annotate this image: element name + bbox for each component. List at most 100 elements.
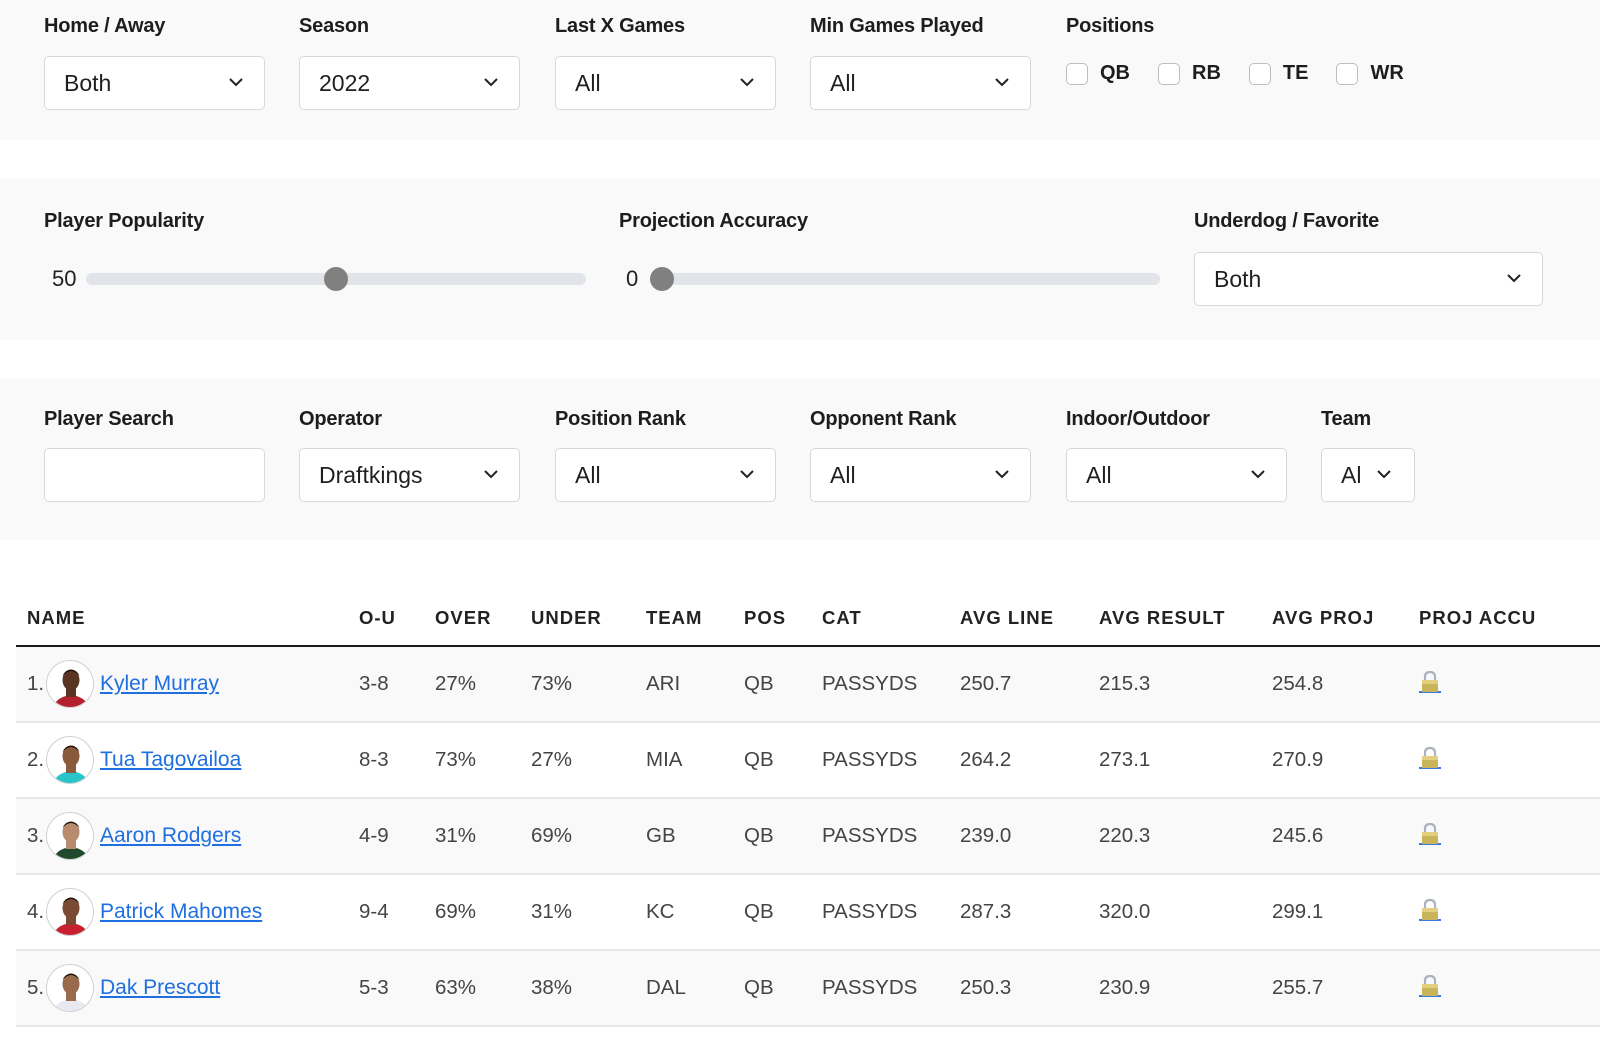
column-header-name[interactable]: NAME	[16, 590, 359, 647]
avg-proj-cell: 299.1	[1272, 900, 1324, 923]
opponent-rank-field: Opponent Rank	[810, 408, 956, 431]
row-rank: 4.	[27, 900, 45, 923]
row-rank: 5.	[27, 976, 45, 999]
opponent-rank-label: Opponent Rank	[810, 408, 957, 430]
player-name-link[interactable]: Dak Prescott	[100, 976, 220, 1000]
ou-cell: 9-4	[359, 900, 389, 923]
table-row: 3. Aaron Rodgers 4-9 31% 69% GB QB PASSY…	[16, 798, 1600, 874]
player-search-input[interactable]	[45, 449, 264, 501]
ou-cell: 5-3	[359, 976, 389, 999]
checkbox-label: TE	[1282, 62, 1309, 84]
position-checkbox-rb[interactable]: RB	[1158, 62, 1221, 85]
home-away-select[interactable]: Both	[44, 56, 265, 110]
operator-select[interactable]: Draftkings	[299, 448, 520, 502]
column-header-team[interactable]: TEAM	[646, 590, 744, 647]
checkbox[interactable]	[1158, 62, 1180, 85]
positions-label: Positions	[1066, 15, 1155, 37]
column-header-cat[interactable]: CAT	[822, 590, 960, 647]
lock-icon[interactable]	[1419, 973, 1441, 997]
home-away-field: Home / Away	[44, 15, 165, 38]
position-rank-select[interactable]: All	[555, 448, 776, 502]
projection-accuracy-field: Projection Accuracy	[619, 210, 808, 233]
under-cell: 38%	[531, 976, 573, 999]
avg-line-cell: 250.3	[960, 976, 1012, 999]
player-popularity-slider[interactable]: 50	[52, 266, 586, 292]
column-header-avg-line[interactable]: AVG LINE	[960, 590, 1099, 647]
slider-thumb[interactable]	[324, 267, 348, 291]
proj-accu-cell	[1419, 950, 1600, 1026]
opponent-rank-select[interactable]: All	[810, 448, 1031, 502]
ou-cell: 3-8	[359, 672, 389, 695]
over-cell: 31%	[435, 824, 477, 847]
slider-track[interactable]	[650, 267, 1160, 291]
season-select[interactable]: 2022	[299, 56, 520, 110]
player-stats-table: NAME O-U OVER UNDER TEAM POS CAT AVG LIN…	[16, 590, 1600, 1027]
player-avatar	[46, 812, 94, 860]
home-away-value: Both	[64, 69, 112, 96]
position-checkbox-wr[interactable]: WR	[1336, 62, 1404, 85]
lock-icon[interactable]	[1419, 745, 1441, 769]
over-cell: 63%	[435, 976, 477, 999]
column-header-under[interactable]: UNDER	[531, 590, 646, 647]
slider-thumb[interactable]	[650, 267, 674, 291]
lock-icon[interactable]	[1419, 669, 1441, 693]
team-cell: DAL	[646, 976, 686, 999]
chevron-down-icon	[995, 470, 1009, 479]
season-value: 2022	[319, 69, 371, 96]
underdog-favorite-label: Underdog / Favorite	[1194, 210, 1380, 232]
cat-cell: PASSYDS	[822, 824, 918, 847]
projection-accuracy-value: 0	[626, 266, 639, 291]
season-label: Season	[299, 15, 369, 37]
projection-accuracy-slider[interactable]: 0	[626, 266, 1160, 292]
pos-cell: QB	[744, 900, 774, 923]
player-name-link[interactable]: Tua Tagovailoa	[100, 748, 241, 772]
last-x-games-select[interactable]: All	[555, 56, 776, 110]
checkbox[interactable]	[1336, 62, 1359, 85]
player-name-link[interactable]: Patrick Mahomes	[100, 900, 262, 924]
avg-line-cell: 239.0	[960, 824, 1012, 847]
cat-cell: PASSYDS	[822, 672, 918, 695]
name-cell: 1. Kyler Murray	[16, 646, 359, 722]
column-header-avg-proj[interactable]: AVG PROJ	[1272, 590, 1419, 647]
indoor-outdoor-field: Indoor/Outdoor	[1066, 408, 1210, 431]
player-search-label: Player Search	[44, 408, 174, 430]
under-cell: 73%	[531, 672, 573, 695]
ou-cell: 4-9	[359, 824, 389, 847]
avg-proj-cell: 254.8	[1272, 672, 1324, 695]
column-header-proj-accu[interactable]: PROJ ACCU	[1419, 590, 1600, 647]
table-header-row: NAME O-U OVER UNDER TEAM POS CAT AVG LIN…	[16, 590, 1600, 647]
lock-icon[interactable]	[1419, 897, 1441, 921]
column-header-pos[interactable]: POS	[744, 590, 822, 647]
indoor-outdoor-value: All	[1086, 461, 1112, 488]
table-row: 4. Patrick Mahomes 9-4 69% 31% KC QB PAS…	[16, 874, 1600, 950]
projection-accuracy-label: Projection Accuracy	[619, 210, 808, 232]
player-name-link[interactable]: Aaron Rodgers	[100, 824, 241, 848]
min-games-select[interactable]: All	[810, 56, 1031, 110]
column-header-ou[interactable]: O-U	[359, 590, 435, 647]
team-select[interactable]: Al	[1321, 448, 1415, 502]
underdog-favorite-select[interactable]: Both	[1194, 252, 1543, 306]
chevron-down-icon	[484, 470, 498, 479]
pos-cell: QB	[744, 824, 774, 847]
player-name-link[interactable]: Kyler Murray	[100, 672, 219, 696]
under-cell: 31%	[531, 900, 573, 923]
position-checkbox-qb[interactable]: QB	[1066, 62, 1130, 85]
column-header-over[interactable]: OVER	[435, 590, 531, 647]
checkbox[interactable]	[1066, 62, 1088, 85]
name-cell: 3. Aaron Rodgers	[16, 798, 359, 874]
min-games-value: All	[830, 69, 856, 96]
indoor-outdoor-select[interactable]: All	[1066, 448, 1287, 502]
position-rank-field: Position Rank	[555, 408, 686, 431]
avg-result-cell: 320.0	[1099, 900, 1151, 923]
avg-result-cell: 220.3	[1099, 824, 1151, 847]
slider-track[interactable]	[86, 267, 586, 291]
position-checkbox-te[interactable]: TE	[1248, 62, 1309, 85]
lock-icon[interactable]	[1419, 821, 1441, 845]
player-search-field: Player Search	[44, 408, 174, 431]
filter-panel-general: Home / Away Both Season 2022 Last X Game…	[0, 0, 1600, 140]
cat-cell: PASSYDS	[822, 748, 918, 771]
column-header-avg-result[interactable]: AVG RESULT	[1099, 590, 1272, 647]
checkbox[interactable]	[1248, 62, 1271, 85]
team-label: Team	[1321, 408, 1371, 430]
opponent-rank-value: All	[830, 461, 856, 488]
